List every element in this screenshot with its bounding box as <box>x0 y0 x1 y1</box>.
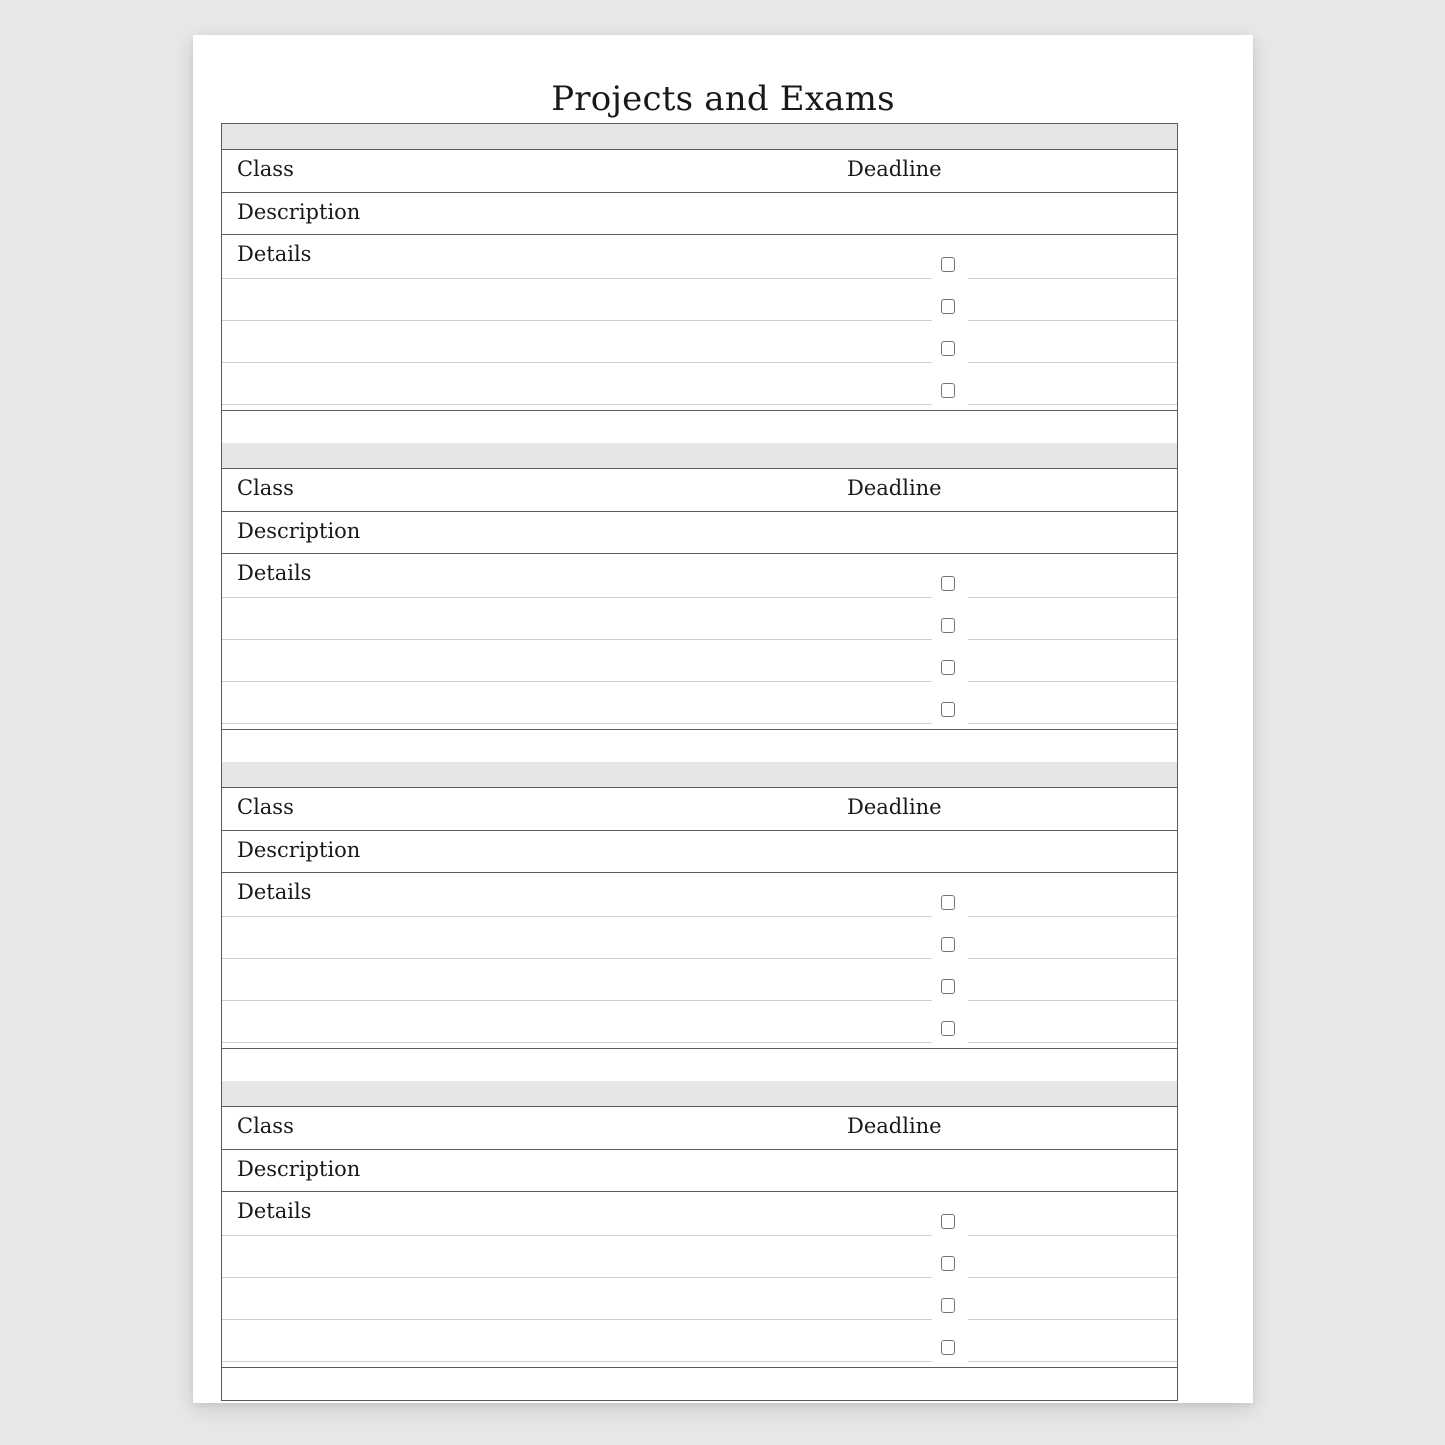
checklist-write-line[interactable] <box>968 362 1177 363</box>
entry-block: Class Deadline Description Details <box>222 1081 1177 1401</box>
checkbox[interactable] <box>941 1256 955 1271</box>
detail-write-line[interactable] <box>222 639 932 640</box>
description-label: Description <box>237 838 361 862</box>
class-label: Class <box>237 1114 294 1138</box>
checkbox[interactable] <box>941 1021 955 1036</box>
class-deadline-row[interactable]: Class Deadline <box>222 150 1177 193</box>
checklist-write-line[interactable] <box>968 1361 1177 1362</box>
class-label: Class <box>237 157 294 181</box>
checklist-write-line[interactable] <box>968 597 1177 598</box>
checklist-write-line[interactable] <box>968 278 1177 279</box>
detail-write-line[interactable] <box>222 362 932 363</box>
detail-write-line[interactable] <box>222 320 932 321</box>
detail-write-line[interactable] <box>222 1235 932 1236</box>
detail-write-line[interactable] <box>222 1361 932 1362</box>
entry-block: Class Deadline Description Details <box>222 124 1177 443</box>
checklist-write-line[interactable] <box>968 1277 1177 1278</box>
entry-tail-row <box>222 411 1177 443</box>
entry-block: Class Deadline Description Details <box>222 762 1177 1081</box>
checkbox[interactable] <box>941 979 955 994</box>
checkbox[interactable] <box>941 1298 955 1313</box>
details-label: Details <box>237 1199 312 1223</box>
checkbox[interactable] <box>941 299 955 314</box>
class-deadline-row[interactable]: Class Deadline <box>222 788 1177 831</box>
checkbox[interactable] <box>941 383 955 398</box>
detail-write-line[interactable] <box>222 723 932 724</box>
screenshot-canvas: Projects and Exams Class Deadline Descri… <box>0 0 1445 1445</box>
details-label: Details <box>237 242 312 266</box>
checklist-write-line[interactable] <box>968 958 1177 959</box>
checklist-write-line[interactable] <box>968 1235 1177 1236</box>
checkbox[interactable] <box>941 895 955 910</box>
checkbox[interactable] <box>941 576 955 591</box>
checkbox[interactable] <box>941 702 955 717</box>
checkbox[interactable] <box>941 1214 955 1229</box>
details-label: Details <box>237 880 312 904</box>
detail-write-line[interactable] <box>222 1000 932 1001</box>
details-area: Details <box>222 235 1177 411</box>
checklist-write-line[interactable] <box>968 1042 1177 1043</box>
deadline-label: Deadline <box>847 795 942 819</box>
section-divider-band <box>222 1081 1177 1107</box>
details-label: Details <box>237 561 312 585</box>
checkbox[interactable] <box>941 660 955 675</box>
section-divider-band <box>222 443 1177 469</box>
projects-and-exams-table: Class Deadline Description Details Class… <box>221 123 1178 1401</box>
details-area: Details <box>222 1192 1177 1368</box>
detail-write-line[interactable] <box>222 1277 932 1278</box>
section-divider-band <box>222 762 1177 788</box>
class-deadline-row[interactable]: Class Deadline <box>222 469 1177 512</box>
checklist-write-line[interactable] <box>968 916 1177 917</box>
deadline-label: Deadline <box>847 1114 942 1138</box>
checkbox[interactable] <box>941 937 955 952</box>
entry-tail-row <box>222 730 1177 762</box>
deadline-label: Deadline <box>847 157 942 181</box>
description-row[interactable]: Description <box>222 193 1177 235</box>
description-label: Description <box>237 200 361 224</box>
checkbox[interactable] <box>941 618 955 633</box>
description-label: Description <box>237 519 361 543</box>
checklist-write-line[interactable] <box>968 404 1177 405</box>
description-row[interactable]: Description <box>222 512 1177 554</box>
detail-write-line[interactable] <box>222 278 932 279</box>
deadline-label: Deadline <box>847 476 942 500</box>
entry-block: Class Deadline Description Details <box>222 443 1177 762</box>
detail-write-line[interactable] <box>222 681 932 682</box>
checklist-write-line[interactable] <box>968 723 1177 724</box>
class-deadline-row[interactable]: Class Deadline <box>222 1107 1177 1150</box>
checklist-write-line[interactable] <box>968 681 1177 682</box>
entry-tail-row <box>222 1049 1177 1081</box>
detail-write-line[interactable] <box>222 916 932 917</box>
entry-tail-row <box>222 1368 1177 1401</box>
checkbox[interactable] <box>941 1340 955 1355</box>
checklist-write-line[interactable] <box>968 320 1177 321</box>
printable-page-sheet: Projects and Exams Class Deadline Descri… <box>193 35 1253 1403</box>
class-label: Class <box>237 476 294 500</box>
details-area: Details <box>222 554 1177 730</box>
details-area: Details <box>222 873 1177 1049</box>
page-title: Projects and Exams <box>551 79 895 119</box>
detail-write-line[interactable] <box>222 958 932 959</box>
class-label: Class <box>237 795 294 819</box>
detail-write-line[interactable] <box>222 597 932 598</box>
detail-write-line[interactable] <box>222 1319 932 1320</box>
section-divider-band <box>222 124 1177 150</box>
checklist-write-line[interactable] <box>968 1000 1177 1001</box>
description-row[interactable]: Description <box>222 831 1177 873</box>
checkbox[interactable] <box>941 257 955 272</box>
checklist-write-line[interactable] <box>968 639 1177 640</box>
checklist-write-line[interactable] <box>968 1319 1177 1320</box>
detail-write-line[interactable] <box>222 1042 932 1043</box>
description-row[interactable]: Description <box>222 1150 1177 1192</box>
description-label: Description <box>237 1157 361 1181</box>
detail-write-line[interactable] <box>222 404 932 405</box>
checkbox[interactable] <box>941 341 955 356</box>
